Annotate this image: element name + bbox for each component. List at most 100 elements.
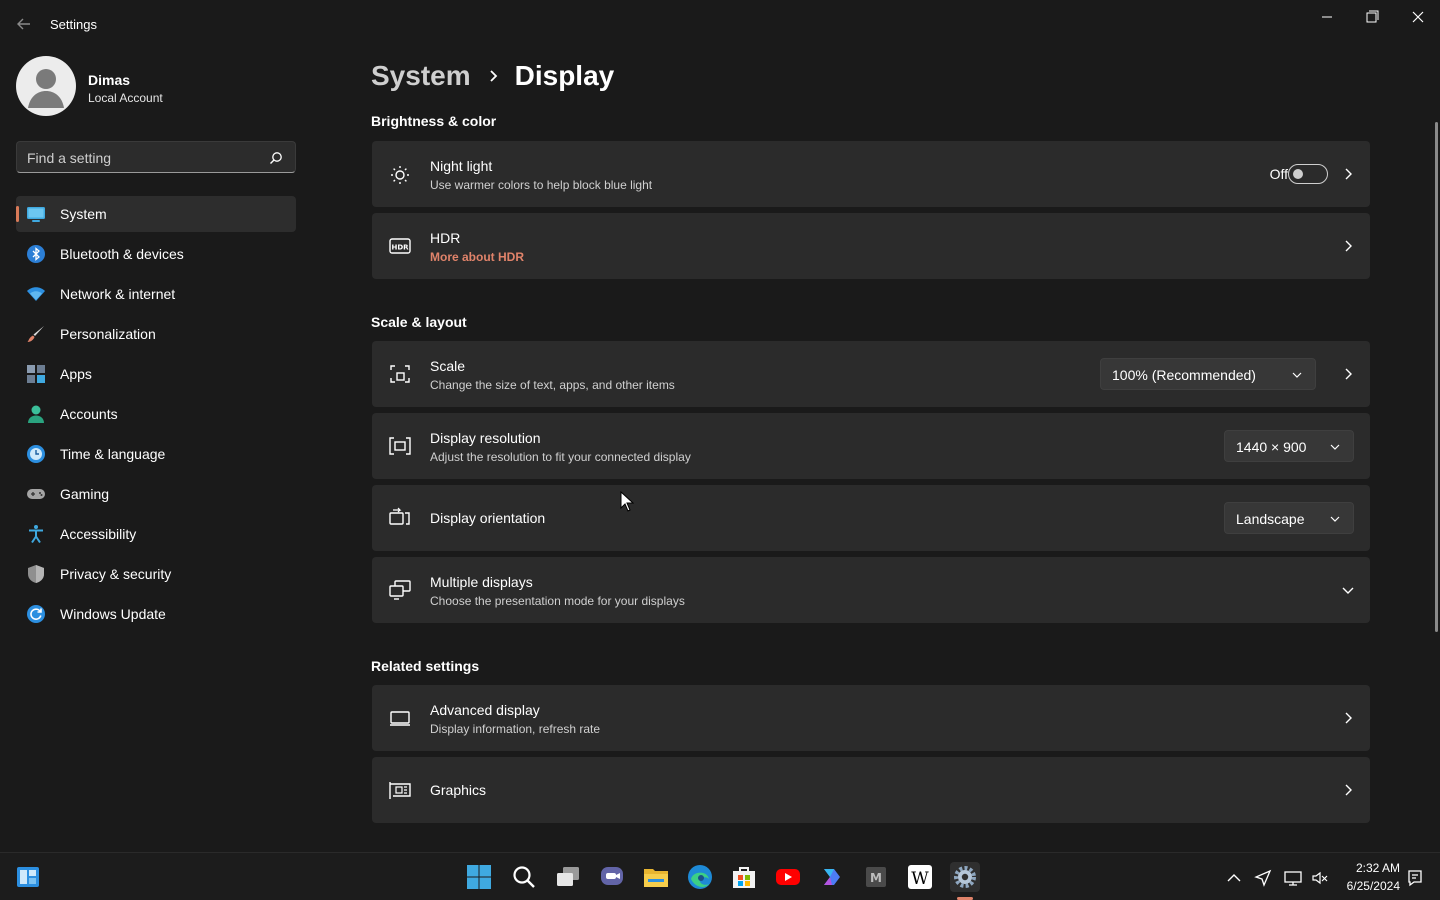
page-title: Display (514, 60, 615, 91)
multiple-displays-subtitle: Choose the presentation mode for your di… (430, 594, 685, 608)
sidebar-item-label: Privacy & security (60, 566, 172, 582)
display-resolution-card[interactable]: Display resolution Adjust the resolution… (372, 413, 1370, 479)
resolution-dropdown[interactable]: 1440 × 900 (1224, 430, 1354, 462)
chevron-right-icon[interactable] (1340, 366, 1356, 382)
sidebar-item-apps[interactable]: Apps (16, 356, 296, 392)
user-profile[interactable]: Dimas Local Account (16, 56, 296, 118)
task-view-icon[interactable] (554, 863, 582, 891)
scale-card[interactable]: Scale Change the size of text, apps, and… (372, 341, 1370, 407)
restore-icon[interactable] (1360, 6, 1384, 28)
night-light-card[interactable]: Night light Use warmer colors to help bl… (372, 141, 1370, 207)
sidebar-item-network[interactable]: Network & internet (16, 276, 296, 312)
resolution-dropdown-value: 1440 × 900 (1236, 439, 1307, 455)
chevron-down-icon[interactable] (1340, 582, 1356, 598)
sidebar-item-label: Bluetooth & devices (60, 246, 184, 262)
search-icon[interactable] (510, 863, 538, 891)
start-icon[interactable] (465, 863, 493, 891)
multiple-displays-title: Multiple displays (430, 574, 533, 590)
sidebar-item-personalization[interactable]: Personalization (16, 316, 296, 352)
volume-muted-icon[interactable] (1311, 869, 1329, 887)
orientation-dropdown[interactable]: Landscape (1224, 502, 1354, 534)
settings-icon[interactable] (950, 862, 980, 892)
copilot-icon[interactable] (818, 863, 846, 891)
search-input[interactable] (27, 148, 257, 168)
sidebar-item-label: Accessibility (60, 526, 137, 542)
svg-text:W: W (911, 869, 929, 889)
sidebar-item-accessibility[interactable]: Accessibility (16, 516, 296, 552)
sidebar-item-label: Accounts (60, 406, 118, 422)
clock-date[interactable]: 6/25/2024 (1330, 879, 1400, 893)
chevron-down-icon (1291, 369, 1303, 381)
sidebar-item-accounts[interactable]: Accounts (16, 396, 296, 432)
search-box[interactable] (16, 141, 296, 173)
chevron-down-icon (1329, 441, 1341, 453)
file-explorer-icon[interactable] (642, 863, 670, 891)
minimize-icon[interactable] (1315, 6, 1339, 28)
orientation-title: Display orientation (430, 510, 546, 526)
night-light-toggle[interactable] (1288, 164, 1328, 184)
chevron-right-icon[interactable] (1340, 166, 1356, 182)
hdr-learn-more-link[interactable]: More about HDR (430, 250, 524, 264)
sidebar-item-gaming[interactable]: Gaming (16, 476, 296, 512)
graphics-card-icon (388, 778, 412, 802)
wikipedia-icon[interactable]: W (906, 863, 934, 891)
section-title-related: Related settings (371, 658, 480, 674)
search-icon[interactable] (269, 151, 283, 165)
sidebar-item-bluetooth[interactable]: Bluetooth & devices (16, 236, 296, 272)
clock-time[interactable]: 2:32 AM (1340, 861, 1400, 875)
monitor-icon (388, 706, 412, 730)
night-light-state: Off (1269, 166, 1288, 182)
sidebar-nav: System Bluetooth & devices Network & int… (16, 196, 296, 636)
sidebar-item-privacy[interactable]: Privacy & security (16, 556, 296, 592)
chevron-down-icon (1329, 513, 1341, 525)
gamepad-icon (26, 484, 46, 504)
chat-icon[interactable] (598, 863, 626, 891)
sidebar-item-time-language[interactable]: Time & language (16, 436, 296, 472)
hdr-title: HDR (430, 230, 461, 246)
brush-icon (26, 324, 46, 344)
advanced-display-title: Advanced display (430, 702, 540, 718)
chevron-right-icon[interactable] (1340, 782, 1356, 798)
close-icon[interactable] (1406, 6, 1430, 28)
svg-text:HDR: HDR (391, 244, 409, 252)
medium-icon[interactable]: M (862, 863, 890, 891)
sidebar-item-label: Windows Update (60, 606, 166, 622)
advanced-display-subtitle: Display information, refresh rate (430, 722, 601, 736)
apps-icon (26, 364, 46, 384)
multiple-displays-icon (388, 578, 412, 602)
taskbar: M W 2:32 AM 6/25/2024 (0, 852, 1440, 900)
mouse-cursor-icon (620, 491, 634, 513)
hdr-card[interactable]: HDR HDR More about HDR (372, 213, 1370, 279)
store-icon[interactable] (730, 863, 758, 891)
chevron-up-icon[interactable] (1225, 869, 1243, 887)
network-display-icon[interactable] (1284, 869, 1302, 887)
advanced-display-card[interactable]: Advanced display Display information, re… (372, 685, 1370, 751)
shield-icon (26, 564, 46, 584)
multiple-displays-card[interactable]: Multiple displays Choose the presentatio… (372, 557, 1370, 623)
display-orientation-card[interactable]: Display orientation Landscape (372, 485, 1370, 551)
sidebar-item-label: Apps (60, 366, 92, 382)
breadcrumb-parent[interactable]: System (371, 60, 471, 92)
profile-name: Dimas (88, 72, 131, 88)
sidebar-item-label: Personalization (60, 326, 156, 342)
brightness-icon (388, 162, 412, 186)
back-arrow-icon[interactable] (14, 14, 34, 34)
breadcrumb: System Display (371, 58, 614, 94)
notification-icon[interactable] (1406, 869, 1424, 887)
sidebar-item-system[interactable]: System (16, 196, 296, 232)
scrollbar[interactable] (1435, 122, 1438, 632)
night-light-subtitle: Use warmer colors to help block blue lig… (430, 178, 653, 192)
scale-dropdown[interactable]: 100% (Recommended) (1100, 358, 1316, 390)
title-bar: Settings (0, 0, 1440, 48)
scale-dropdown-value: 100% (Recommended) (1112, 367, 1256, 383)
youtube-icon[interactable] (774, 863, 802, 891)
chevron-right-icon[interactable] (1340, 710, 1356, 726)
sidebar-item-windows-update[interactable]: Windows Update (16, 596, 296, 632)
scale-icon (388, 362, 412, 386)
widgets-icon[interactable] (14, 863, 42, 891)
location-icon[interactable] (1254, 869, 1272, 887)
scale-title: Scale (430, 358, 466, 374)
chevron-right-icon[interactable] (1340, 238, 1356, 254)
edge-icon[interactable] (686, 863, 714, 891)
graphics-card[interactable]: Graphics (372, 757, 1370, 823)
